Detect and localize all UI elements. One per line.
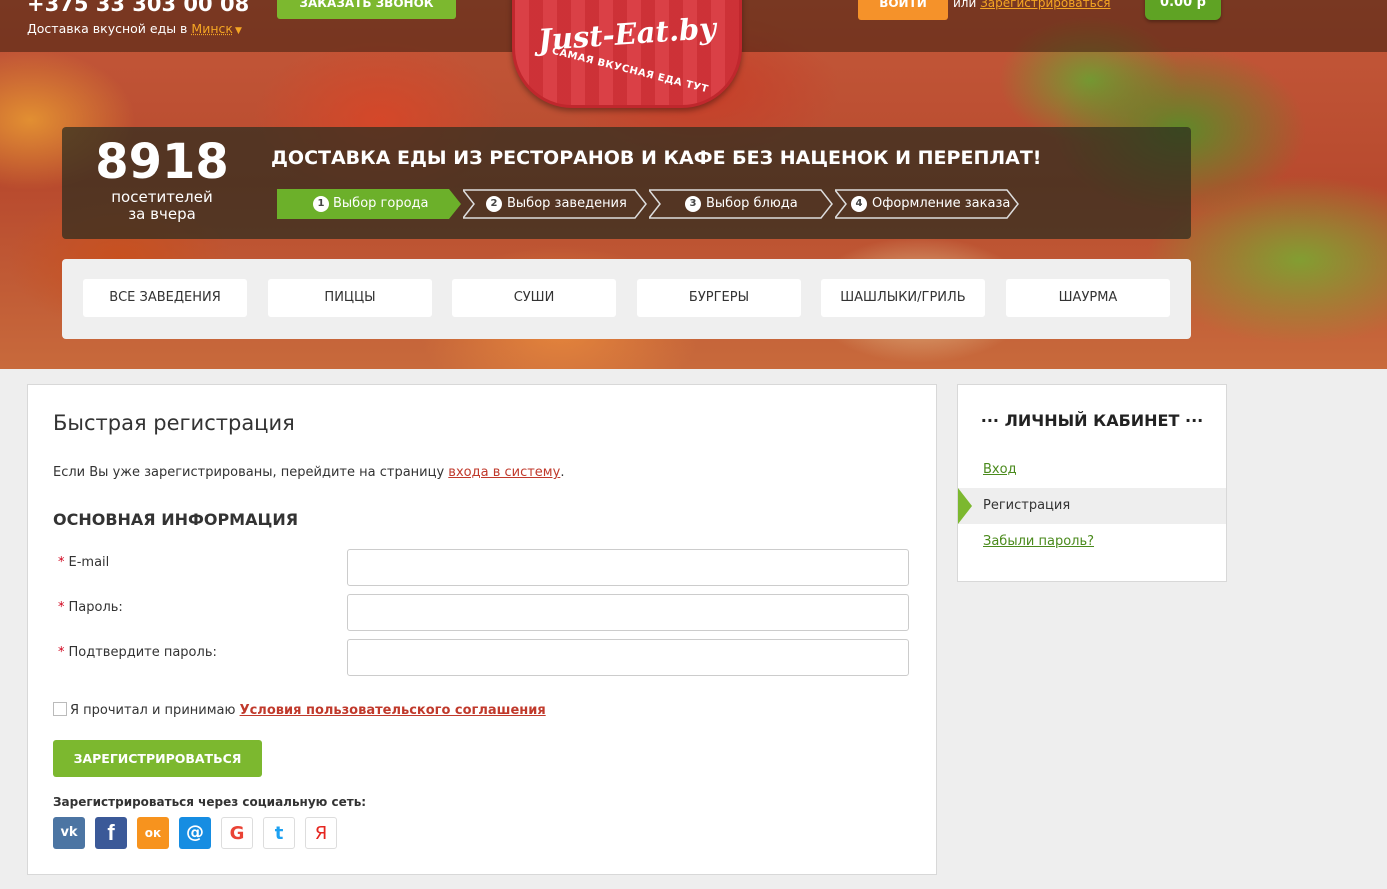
step-4-label: Оформление заказа <box>872 196 1011 211</box>
order-steps: 1 Выбор города 2 Выбор заведения 3 Выбор… <box>277 189 1037 219</box>
required-mark: * <box>58 645 65 660</box>
sidebar-title: ··· ЛИЧНЫЙ КАБИНЕТ ··· <box>958 411 1226 430</box>
sidebar-item-forgot-password-label[interactable]: Забыли пароль? <box>983 534 1094 549</box>
step-2-label: Выбор заведения <box>507 196 627 211</box>
register-button[interactable]: ЗАРЕГИСТРИРОВАТЬСЯ <box>53 740 262 777</box>
site-logo[interactable]: Just-Eat.by САМАЯ ВКУСНАЯ ЕДА ТУТ <box>512 0 742 108</box>
step-2[interactable]: 2 Выбор заведения <box>463 189 647 219</box>
agreement-row: Я прочитал и принимаю Условия пользовате… <box>53 702 546 718</box>
phone-number[interactable]: +375 33 303 00 08 <box>27 0 249 16</box>
step-1[interactable]: 1 Выбор города <box>277 189 461 219</box>
odnoklassniki-icon[interactable]: ок <box>137 817 169 849</box>
confirm-password-label: * Подтвердите пароль: <box>58 645 217 660</box>
required-mark: * <box>58 555 65 570</box>
agreement-checkbox[interactable] <box>53 702 67 716</box>
email-field[interactable] <box>347 549 909 586</box>
dots-left-icon: ··· <box>980 411 999 430</box>
confirm-password-label-text: Подтвердите пароль: <box>68 645 217 660</box>
visitors-label-1: посетителей <box>111 188 213 206</box>
visitors-label-2: за вчера <box>128 205 196 223</box>
sidebar-item-login-label[interactable]: Вход <box>983 462 1017 477</box>
sidebar-item-forgot-password[interactable]: Забыли пароль? <box>958 524 1226 560</box>
or-text: или <box>953 0 977 10</box>
delivery-city: Доставка вкусной еды в Минск ▼ <box>27 21 242 36</box>
google-icon[interactable]: G <box>221 817 253 849</box>
twitter-icon[interactable]: t <box>263 817 295 849</box>
mailru-icon[interactable]: @ <box>179 817 211 849</box>
sidebar-item-registration[interactable]: Регистрация <box>958 488 1226 524</box>
vk-icon[interactable]: vk <box>53 817 85 849</box>
step-3[interactable]: 3 Выбор блюда <box>649 189 833 219</box>
callback-button[interactable]: ЗАКАЗАТЬ ЗВОНОК <box>277 0 456 19</box>
intro-text: Если Вы уже зарегистрированы, перейдите … <box>53 465 564 480</box>
account-sidebar: ··· ЛИЧНЫЙ КАБИНЕТ ··· Вход Регистрация … <box>957 384 1227 582</box>
sidebar-item-registration-label: Регистрация <box>983 498 1071 513</box>
chevron-down-icon[interactable]: ▼ <box>235 26 242 36</box>
step-3-label: Выбор блюда <box>706 196 798 211</box>
confirm-password-field[interactable] <box>347 639 909 676</box>
hero-banner: +375 33 303 00 08 Доставка вкусной еды в… <box>0 0 1387 369</box>
step-1-label: Выбор города <box>333 196 429 211</box>
cart-button[interactable]: 0.00 р <box>1145 0 1221 20</box>
category-all[interactable]: ВСЕ ЗАВЕДЕНИЯ <box>83 279 247 317</box>
email-label-text: E-mail <box>68 555 110 570</box>
step-4[interactable]: 4 Оформление заказа <box>835 189 1019 219</box>
register-link[interactable]: Зарегистрироваться <box>980 0 1110 10</box>
required-mark: * <box>58 600 65 615</box>
login-link[interactable]: входа в систему <box>448 465 560 480</box>
dots-right-icon: ··· <box>1184 411 1204 430</box>
agreement-text: Я прочитал и принимаю <box>70 703 236 718</box>
registration-panel: Быстрая регистрация Если Вы уже зарегист… <box>27 384 937 875</box>
facebook-icon[interactable]: f <box>95 817 127 849</box>
agreement-link[interactable]: Условия пользовательского соглашения <box>240 703 546 718</box>
visitors-count: 8918 <box>95 134 229 190</box>
login-or: или Зарегистрироваться <box>953 0 1111 10</box>
promo-title: ДОСТАВКА ЕДЫ ИЗ РЕСТОРАНОВ И КАФЕ БЕЗ НА… <box>271 147 1042 169</box>
section-title: ОСНОВНАЯ ИНФОРМАЦИЯ <box>53 510 299 529</box>
login-button[interactable]: ВОЙТИ <box>858 0 948 20</box>
promo-panel: 8918 посетителей за вчера ДОСТАВКА ЕДЫ И… <box>62 127 1191 239</box>
category-grill[interactable]: ШАШЛЫКИ/ГРИЛЬ <box>821 279 985 317</box>
active-marker-icon <box>958 488 972 524</box>
page-title: Быстрая регистрация <box>53 411 295 435</box>
category-shawarma[interactable]: ШАУРМА <box>1006 279 1170 317</box>
category-bar: ВСЕ ЗАВЕДЕНИЯ ПИЦЦЫ СУШИ БУРГЕРЫ ШАШЛЫКИ… <box>62 259 1191 339</box>
password-label-text: Пароль: <box>68 600 123 615</box>
email-label: * E-mail <box>58 555 109 570</box>
yandex-icon[interactable]: Я <box>305 817 337 849</box>
category-pizza[interactable]: ПИЦЦЫ <box>268 279 432 317</box>
social-label: Зарегистрироваться через социальную сеть… <box>53 795 367 809</box>
intro-message: Если Вы уже зарегистрированы, перейдите … <box>53 465 445 480</box>
sidebar-title-text: ЛИЧНЫЙ КАБИНЕТ <box>1004 411 1180 430</box>
city-selector[interactable]: Минск <box>191 21 233 36</box>
category-burgers[interactable]: БУРГЕРЫ <box>637 279 801 317</box>
delivery-text: Доставка вкусной еды в <box>27 21 188 36</box>
password-label: * Пароль: <box>58 600 123 615</box>
category-sushi[interactable]: СУШИ <box>452 279 616 317</box>
sidebar-item-login[interactable]: Вход <box>958 452 1226 488</box>
visitors-counter: 8918 посетителей за вчера <box>92 135 232 223</box>
intro-end: . <box>560 465 565 480</box>
password-field[interactable] <box>347 594 909 631</box>
